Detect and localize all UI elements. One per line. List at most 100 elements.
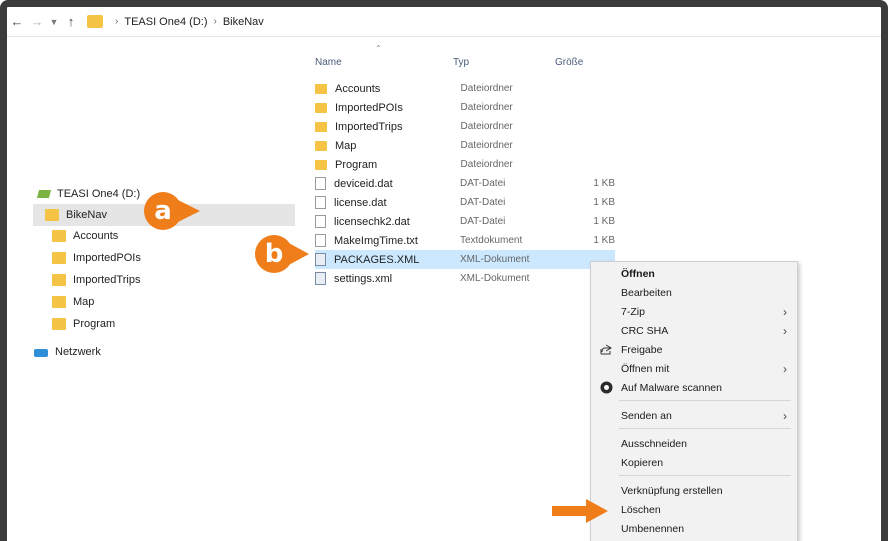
breadcrumb-drive[interactable]: TEASI One4 (D:) bbox=[124, 16, 207, 28]
list-item[interactable]: license.dat DAT-Datei 1 KB bbox=[315, 193, 615, 212]
file-size: 1 KB bbox=[593, 235, 616, 246]
xml-file-icon bbox=[315, 253, 326, 266]
menu-item-label: Freigabe bbox=[621, 343, 663, 356]
menu-item-edit[interactable]: Bearbeiten bbox=[591, 283, 797, 302]
breadcrumb[interactable]: › TEASI One4 (D:) › BikeNav bbox=[87, 11, 264, 33]
chevron-right-icon: › bbox=[783, 304, 787, 319]
nav-item-label: Accounts bbox=[73, 230, 119, 242]
menu-item-copy[interactable]: Kopieren bbox=[591, 453, 797, 472]
file-type: DAT-Datei bbox=[459, 216, 506, 227]
menu-item-share[interactable]: Freigabe bbox=[591, 340, 797, 359]
nav-item-map[interactable]: Map bbox=[52, 291, 292, 313]
nav-item-label: ImportedTrips bbox=[73, 274, 141, 286]
folder-icon bbox=[315, 121, 327, 132]
file-size: 1 KB bbox=[593, 216, 616, 227]
badge-letter: b bbox=[255, 235, 293, 273]
callout-badge-b: b bbox=[255, 235, 311, 273]
nav-item-label: Program bbox=[73, 318, 116, 330]
column-header-name[interactable]: Name bbox=[315, 57, 342, 68]
file-name: settings.xml bbox=[334, 272, 393, 285]
file-type: Dateiordner bbox=[460, 83, 513, 94]
back-arrow-icon[interactable]: ← bbox=[7, 10, 27, 34]
menu-item-label: Kopieren bbox=[621, 456, 664, 469]
menu-item-label: Ausschneiden bbox=[621, 437, 687, 450]
file-type: DAT-Datei bbox=[459, 197, 506, 208]
forward-arrow-icon[interactable]: → bbox=[27, 10, 47, 34]
explorer-window: ← → ▼ ↑ › TEASI One4 (D:) › BikeNav TEAS… bbox=[0, 0, 888, 541]
menu-item-label: Öffnen bbox=[621, 267, 655, 280]
list-item[interactable]: licensechk2.dat DAT-Datei 1 KB bbox=[315, 212, 615, 231]
file-name: PACKAGES.XML bbox=[334, 253, 420, 266]
address-bar: ← → ▼ ↑ › TEASI One4 (D:) › BikeNav bbox=[7, 7, 881, 37]
file-name: ImportedTrips bbox=[335, 120, 403, 133]
menu-item-open[interactable]: Öffnen bbox=[591, 264, 797, 283]
file-name: deviceid.dat bbox=[334, 177, 393, 190]
chevron-right-icon: › bbox=[783, 408, 787, 423]
folder-icon bbox=[52, 252, 66, 264]
menu-item-label: 7-Zip bbox=[621, 305, 645, 318]
list-item[interactable]: Map Dateiordner bbox=[315, 136, 615, 155]
share-icon bbox=[599, 343, 613, 357]
folder-icon bbox=[52, 296, 66, 308]
menu-item-send-to[interactable]: Senden an › bbox=[591, 406, 797, 425]
callout-badge-a: a bbox=[144, 192, 200, 230]
menu-item-label: Löschen bbox=[621, 503, 661, 516]
folder-icon bbox=[52, 230, 66, 242]
folder-icon bbox=[45, 209, 59, 221]
file-type: XML-Dokument bbox=[459, 273, 530, 284]
menu-item-label: Senden an bbox=[621, 409, 672, 422]
file-name: Program bbox=[335, 158, 378, 171]
file-icon bbox=[315, 177, 326, 190]
menu-item-label: Verknüpfung erstellen bbox=[621, 484, 723, 497]
file-type: Dateiordner bbox=[460, 140, 513, 151]
up-arrow-icon[interactable]: ↑ bbox=[61, 10, 81, 34]
menu-item-malware-scan[interactable]: Auf Malware scannen bbox=[591, 378, 797, 397]
menu-item-label: CRC SHA bbox=[621, 324, 669, 337]
column-header-type[interactable]: Typ bbox=[453, 57, 469, 68]
list-item-selected[interactable]: PACKAGES.XML XML-Dokument bbox=[315, 250, 615, 269]
folder-icon bbox=[315, 83, 327, 94]
column-header-size[interactable]: Größe bbox=[555, 57, 583, 68]
menu-item-rename[interactable]: Umbenennen bbox=[591, 519, 797, 538]
menu-item-7zip[interactable]: 7-Zip › bbox=[591, 302, 797, 321]
list-item[interactable]: ImportedTrips Dateiordner bbox=[315, 117, 615, 136]
file-type: Dateiordner bbox=[460, 121, 513, 132]
nav-item-program[interactable]: Program bbox=[52, 313, 292, 335]
badge-letter: a bbox=[144, 192, 182, 230]
menu-item-cut[interactable]: Ausschneiden bbox=[591, 434, 797, 453]
malware-scan-icon bbox=[599, 381, 613, 395]
context-menu: Öffnen Bearbeiten 7-Zip › CRC SHA › Frei… bbox=[590, 261, 798, 541]
file-name: Map bbox=[335, 139, 357, 152]
folder-icon bbox=[52, 274, 66, 286]
list-item[interactable]: deviceid.dat DAT-Datei 1 KB bbox=[315, 174, 615, 193]
list-item[interactable]: settings.xml XML-Dokument bbox=[315, 269, 615, 288]
folder-icon bbox=[315, 140, 327, 151]
recent-dropdown-icon[interactable]: ▼ bbox=[47, 10, 61, 34]
xml-file-icon bbox=[315, 272, 326, 285]
list-item[interactable]: MakeImgTime.txt Textdokument 1 KB bbox=[315, 231, 615, 250]
folder-icon bbox=[87, 15, 103, 28]
nav-item-label: TEASI One4 (D:) bbox=[57, 188, 141, 200]
file-icon bbox=[315, 196, 326, 209]
nav-item-label: Netzwerk bbox=[55, 346, 101, 358]
menu-divider bbox=[619, 475, 791, 476]
file-name: ImportedPOIs bbox=[335, 101, 403, 114]
file-name: licensechk2.dat bbox=[334, 215, 410, 228]
menu-item-create-shortcut[interactable]: Verknüpfung erstellen bbox=[591, 481, 797, 500]
menu-item-delete[interactable]: Löschen bbox=[591, 500, 797, 519]
menu-item-crc-sha[interactable]: CRC SHA › bbox=[591, 321, 797, 340]
menu-item-open-with[interactable]: Öffnen mit › bbox=[591, 359, 797, 378]
menu-item-label: Auf Malware scannen bbox=[621, 381, 722, 394]
folder-icon bbox=[315, 102, 327, 113]
nav-item-network[interactable]: Netzwerk bbox=[34, 341, 274, 363]
file-name: MakeImgTime.txt bbox=[334, 234, 418, 247]
file-type: XML-Dokument bbox=[459, 254, 530, 265]
navigation-pane: TEASI One4 (D:) BikeNav Accounts Importe… bbox=[7, 37, 297, 541]
list-item[interactable]: Program Dateiordner bbox=[315, 155, 615, 174]
file-type: Textdokument bbox=[459, 235, 523, 246]
list-item[interactable]: ImportedPOIs Dateiordner bbox=[315, 98, 615, 117]
breadcrumb-folder[interactable]: BikeNav bbox=[223, 16, 264, 28]
sort-ascending-icon: ⌃ bbox=[375, 44, 382, 53]
chevron-right-icon: › bbox=[115, 16, 119, 27]
list-item[interactable]: Accounts Dateiordner bbox=[315, 79, 615, 98]
